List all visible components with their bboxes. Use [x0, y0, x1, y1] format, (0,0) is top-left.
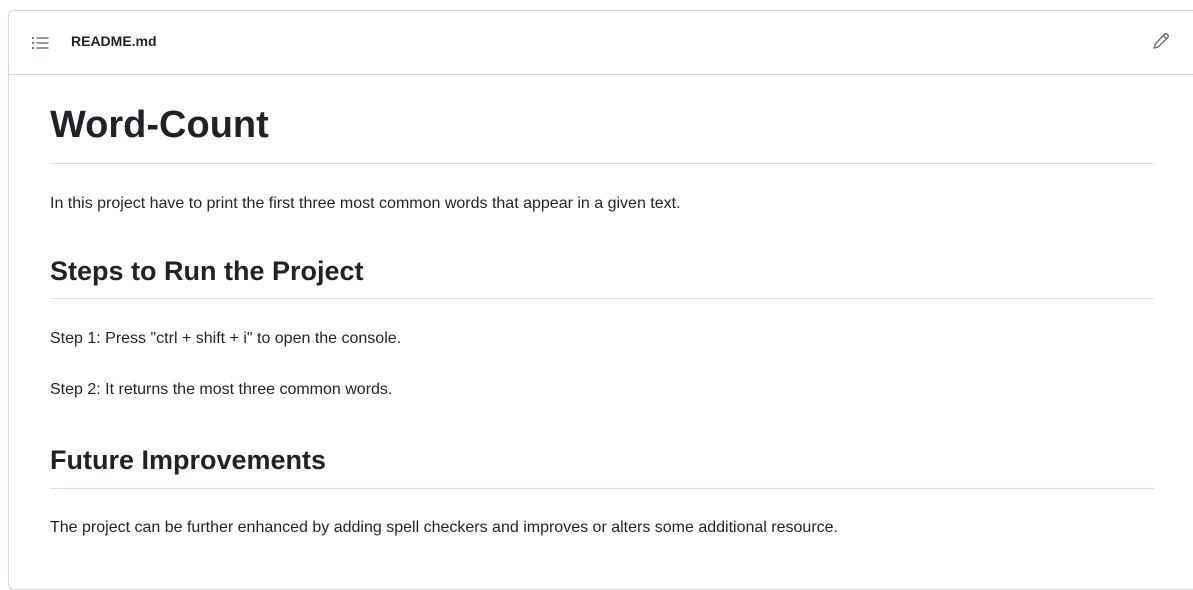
- future-heading: Future Improvements: [50, 445, 327, 475]
- list-unordered-icon[interactable]: [31, 35, 49, 51]
- steps-heading: Steps to Run the Project: [50, 256, 364, 286]
- steps-divider: [50, 298, 1154, 299]
- file-name: README.md: [71, 33, 157, 49]
- step-2-text: Step 2: It returns the most three common…: [50, 381, 393, 398]
- future-divider: [50, 488, 1154, 489]
- intro-paragraph: In this project have to print the first …: [50, 195, 681, 212]
- readme-panel: README.md Word-Count In this project hav…: [8, 10, 1193, 590]
- readme-header: README.md: [9, 11, 1193, 75]
- pencil-icon[interactable]: [1152, 32, 1170, 50]
- step-1-text: Step 1: Press "ctrl + shift + i" to open…: [50, 330, 402, 347]
- page-title: Word-Count: [50, 104, 269, 146]
- future-paragraph: The project can be further enhanced by a…: [50, 519, 838, 536]
- title-divider: [50, 163, 1154, 164]
